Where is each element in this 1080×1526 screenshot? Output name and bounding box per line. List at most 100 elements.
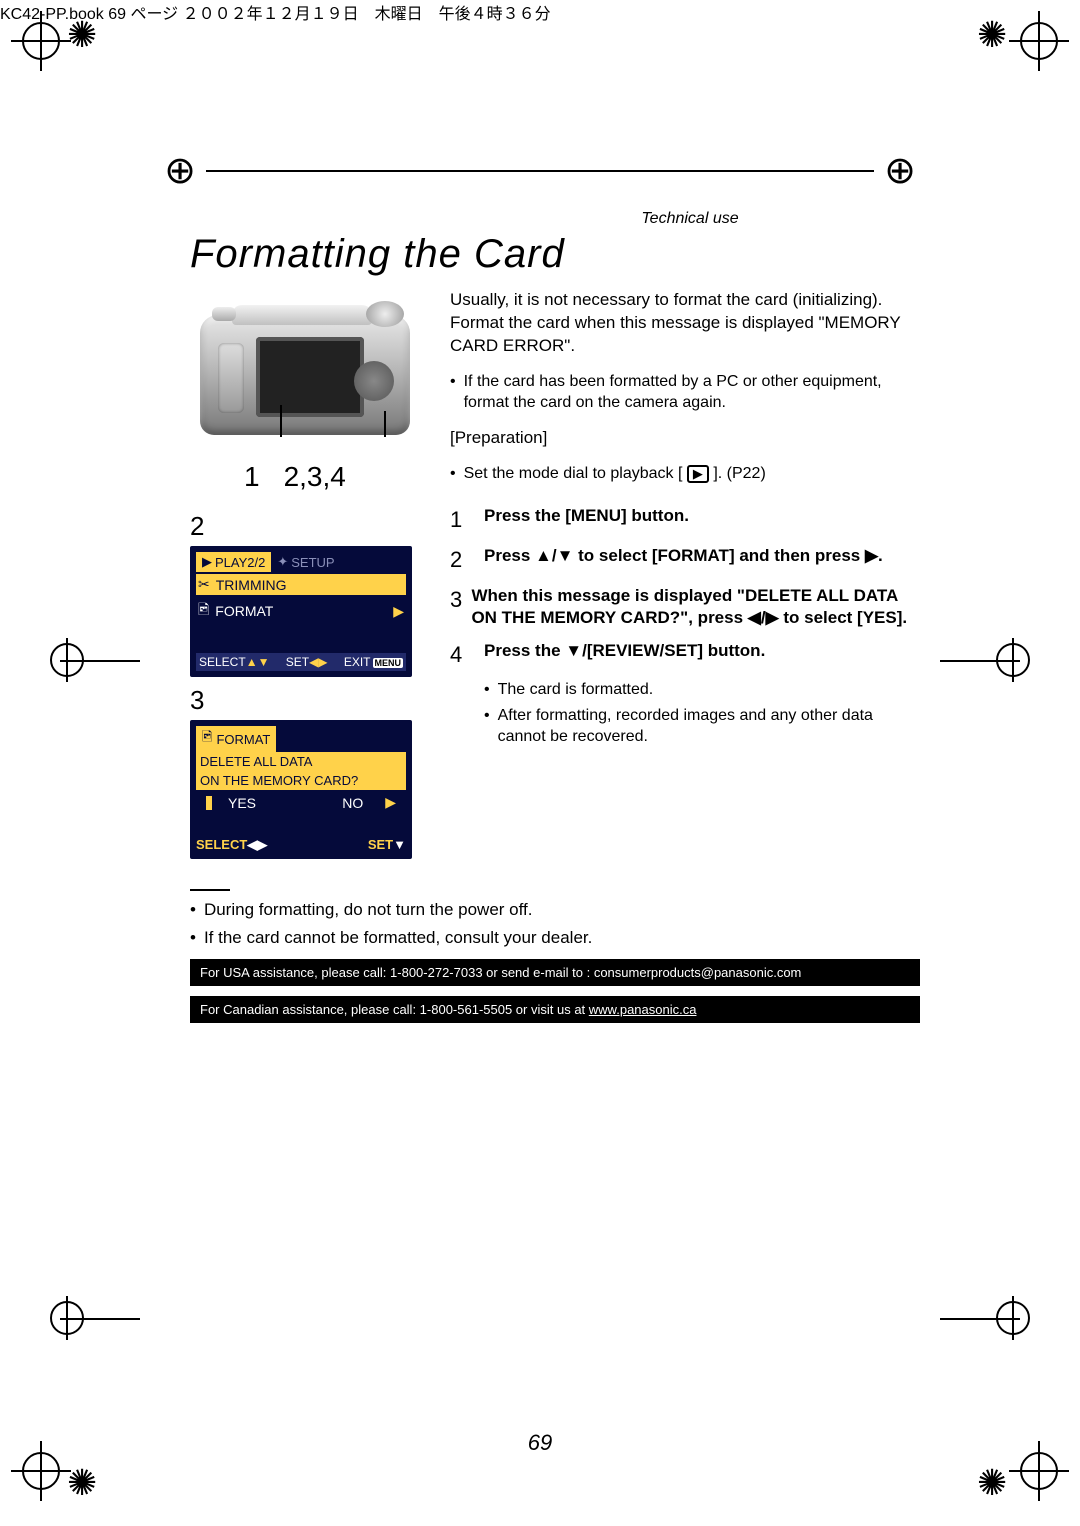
yes-no-row: YES NO ▶ xyxy=(196,790,406,815)
manual-page: KC42-PP.book 69 ページ ２００２年１２月１９日 木曜日 午後４時… xyxy=(0,0,1080,1526)
note-1: • During formatting, do not turn the pow… xyxy=(190,899,920,921)
callout-1: 1 xyxy=(244,461,260,493)
bullet-icon: • xyxy=(190,899,196,921)
bullet-icon: • xyxy=(190,927,196,949)
step-number: 1 xyxy=(450,505,476,535)
header-mark-icon xyxy=(880,151,920,191)
assistance-bar-ca: For Canadian assistance, please call: 1-… xyxy=(190,996,920,1023)
crop-mark xyxy=(22,1452,74,1504)
callout-234: 2,3,4 xyxy=(284,461,346,493)
step-1: 1 Press the [MENU] button. xyxy=(450,505,920,535)
step-text: Press the ▼/[REVIEW/SET] button. xyxy=(484,640,765,663)
note-text: During formatting, do not turn the power… xyxy=(204,899,533,921)
confirm-line-1: DELETE ALL DATA xyxy=(196,752,406,771)
foot-select: SELECT xyxy=(196,837,247,852)
playback-icon: ▶ xyxy=(687,465,709,483)
screen2-title: 🖻 FORMAT xyxy=(196,726,276,752)
leftright-icon: ◀▶ xyxy=(309,655,327,669)
ca-link[interactable]: www.panasonic.ca xyxy=(589,1002,697,1017)
tab-play-label: PLAY2/2 xyxy=(215,555,265,570)
screen2-footer: SELECT◀▶ SET▼ xyxy=(196,837,406,853)
chevron-right-icon: ▶ xyxy=(385,794,396,811)
screen1-step-number: 2 xyxy=(190,511,420,542)
page-number: 69 xyxy=(0,1430,1080,1456)
screen2-title-label: FORMAT xyxy=(216,732,270,747)
ca-text: For Canadian assistance, please call: 1-… xyxy=(200,1002,589,1017)
crop-mark xyxy=(1006,22,1058,74)
bullet-icon: • xyxy=(450,464,456,485)
prep-pre: Set the mode dial to playback [ xyxy=(464,465,683,482)
intro-paragraph: Usually, it is not necessary to format t… xyxy=(450,289,920,358)
bullet-text: The card is formatted. xyxy=(498,680,654,701)
menu-chip: MENU xyxy=(373,658,404,668)
bullet-icon: • xyxy=(450,372,456,414)
content-area: Technical use Formatting the Card xyxy=(190,210,920,1406)
preparation-text: Set the mode dial to playback [ ▶ ]. (P2… xyxy=(464,464,766,485)
setup-icon: ✦ xyxy=(277,554,288,570)
tab-setup: ✦ SETUP xyxy=(271,552,340,572)
registration-mark xyxy=(60,1318,140,1320)
leftright-icon: ◀▶ xyxy=(247,837,267,852)
notes-block: • During formatting, do not turn the pow… xyxy=(190,889,920,949)
preparation-bullet: • Set the mode dial to playback [ ▶ ]. (… xyxy=(450,464,920,485)
bullet-text: After formatting, recorded images and an… xyxy=(498,706,920,748)
updown-icon: ▲▼ xyxy=(246,655,270,669)
lcd-screen-1: ▶ PLAY2/2 ✦ SETUP ✂ TRIMMING 🖻 xyxy=(190,546,412,677)
crop-mark xyxy=(1006,1452,1058,1504)
note-rule-icon xyxy=(190,889,230,891)
foot-exit: EXIT xyxy=(344,655,371,669)
confirm-line-2: ON THE MEMORY CARD? xyxy=(196,771,406,790)
step-3: 3 When this message is displayed "DELETE… xyxy=(450,585,920,631)
play-icon: ▶ xyxy=(202,554,212,570)
camera-callout-labels: 1 2,3,4 xyxy=(244,461,420,493)
bullet-icon: • xyxy=(484,680,490,701)
menu-item-format: 🖻 FORMAT ▶ xyxy=(196,597,406,625)
header-mark-icon xyxy=(160,151,200,191)
registration-mark xyxy=(940,1318,1020,1320)
crop-mark xyxy=(22,22,74,74)
camera-illustration xyxy=(190,305,420,455)
step-number: 2 xyxy=(450,545,476,575)
step-text: Press ▲/▼ to select [FORMAT] and then pr… xyxy=(484,545,883,568)
page-title: Formatting the Card xyxy=(190,232,920,277)
option-yes: YES xyxy=(228,795,256,811)
post-bullet-1: • The card is formatted. xyxy=(484,680,920,701)
format-icon: 🖻 xyxy=(202,728,212,750)
step-2: 2 Press ▲/▼ to select [FORMAT] and then … xyxy=(450,545,920,575)
tab-play: ▶ PLAY2/2 xyxy=(196,552,271,572)
prep-post: ]. (P22) xyxy=(713,465,765,482)
screen1-footer: SELECT▲▼ SET◀▶ EXITMENU xyxy=(196,653,406,671)
scissors-icon: ✂ xyxy=(198,576,210,593)
registration-mark xyxy=(940,660,1020,662)
bullet-icon: • xyxy=(484,706,490,748)
tab-setup-label: SETUP xyxy=(291,555,334,570)
step-4: 4 Press the ▼/[REVIEW/SET] button. xyxy=(450,640,920,670)
option-no: NO xyxy=(342,795,363,811)
note-text: If the card cannot be formatted, consult… xyxy=(204,927,592,949)
registration-mark xyxy=(60,660,140,662)
step-text: When this message is displayed "DELETE A… xyxy=(471,585,920,631)
preparation-label: [Preparation] xyxy=(450,427,920,450)
chevron-right-icon: ▶ xyxy=(393,603,404,620)
assistance-bar-us: For USA assistance, please call: 1-800-2… xyxy=(190,959,920,986)
note-2: • If the card cannot be formatted, consu… xyxy=(190,927,920,949)
step-number: 4 xyxy=(450,640,476,670)
header-text: KC42-PP.book 69 ページ ２００２年１２月１９日 木曜日 午後４時… xyxy=(0,0,1080,24)
format-icon: 🖻 xyxy=(198,599,209,623)
step-number: 3 xyxy=(450,585,463,615)
left-column: 1 2,3,4 2 ▶ PLAY2/2 ✦ SETUP xyxy=(190,289,420,867)
step-text: Press the [MENU] button. xyxy=(484,505,689,528)
screen2-step-number: 3 xyxy=(190,685,420,716)
foot-set: SET xyxy=(368,837,393,852)
foot-set: SET xyxy=(286,655,309,669)
intro-bullet: • If the card has been formatted by a PC… xyxy=(450,372,920,414)
menu-item-trimming: ✂ TRIMMING xyxy=(196,574,406,595)
cursor-bar-icon xyxy=(206,796,212,810)
down-icon: ▼ xyxy=(393,837,406,852)
bullet-text: If the card has been formatted by a PC o… xyxy=(464,372,920,414)
post-bullet-2: • After formatting, recorded images and … xyxy=(484,706,920,748)
page-header xyxy=(160,148,920,194)
right-column: Usually, it is not necessary to format t… xyxy=(450,289,920,867)
menu-item-label: TRIMMING xyxy=(216,577,287,593)
foot-select: SELECT xyxy=(199,655,246,669)
